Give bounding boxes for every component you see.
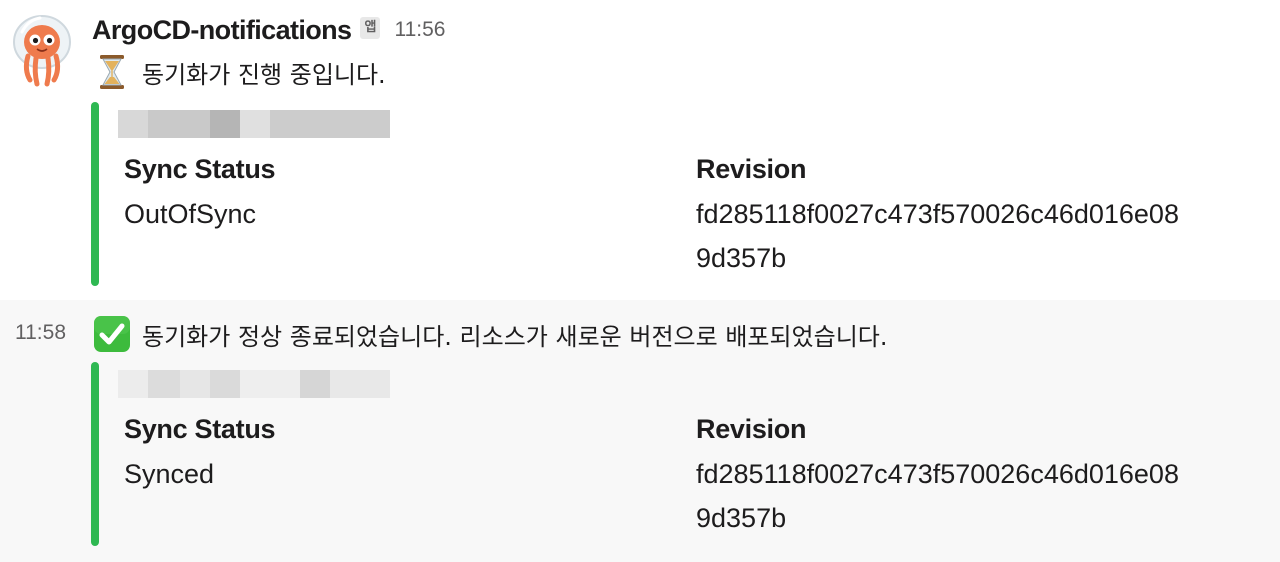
sender-name[interactable]: ArgoCD-notifications xyxy=(92,15,352,46)
message-header: ArgoCD-notifications 앱 11:56 xyxy=(92,12,445,48)
revision-line-1: fd285118f0027c473f570026c46d016e08 xyxy=(696,199,1179,229)
attachment: Sync Status OutOfSync Revision fd285118f… xyxy=(91,102,1251,286)
revision-line-2: 9d357b xyxy=(696,503,787,533)
attachment: Sync Status Synced Revision fd285118f002… xyxy=(91,362,1251,546)
attachment-color-bar xyxy=(91,362,99,546)
field-value-sync-status: Synced xyxy=(124,459,215,489)
message-timestamp[interactable]: 11:56 xyxy=(394,18,445,42)
field-title-sync-status: Sync Status xyxy=(124,154,276,184)
field-value-revision[interactable]: fd285118f0027c473f570026c46d016e08 9d357… xyxy=(696,192,1179,280)
attachment-color-bar xyxy=(91,102,99,286)
revision-line-2: 9d357b xyxy=(696,243,787,273)
field-value-sync-status: OutOfSync xyxy=(124,199,257,229)
check-mark-button-icon xyxy=(94,316,130,352)
message-1[interactable]: ArgoCD-notifications 앱 11:56 동기화가 진행 중입니… xyxy=(0,0,1280,300)
message-2[interactable]: 11:58 동기화가 정상 종료되었습니다. 리소스가 새로운 버전으로 배포되… xyxy=(0,300,1280,562)
message-text: 동기화가 진행 중입니다. xyxy=(142,60,386,89)
revision-line-1: fd285118f0027c473f570026c46d016e08 xyxy=(696,459,1179,489)
field-title-revision: Revision xyxy=(696,414,807,444)
app-badge: 앱 xyxy=(360,17,381,39)
field-title-sync-status: Sync Status xyxy=(124,414,276,444)
message-text-row: 동기화가 진행 중입니다. xyxy=(92,52,386,92)
field-value-revision[interactable]: fd285118f0027c473f570026c46d016e08 9d357… xyxy=(696,452,1179,540)
message-timestamp[interactable]: 11:58 xyxy=(15,321,66,345)
hourglass-icon xyxy=(100,55,124,89)
octopus-avatar-icon[interactable] xyxy=(10,12,74,88)
field-title-revision: Revision xyxy=(696,154,807,184)
redacted-title-block xyxy=(118,370,390,398)
message-text: 동기화가 정상 종료되었습니다. 리소스가 새로운 버전으로 배포되었습니다. xyxy=(142,322,888,351)
redacted-title-block xyxy=(118,110,390,138)
message-text-row: 동기화가 정상 종료되었습니다. 리소스가 새로운 버전으로 배포되었습니다. xyxy=(92,314,888,354)
